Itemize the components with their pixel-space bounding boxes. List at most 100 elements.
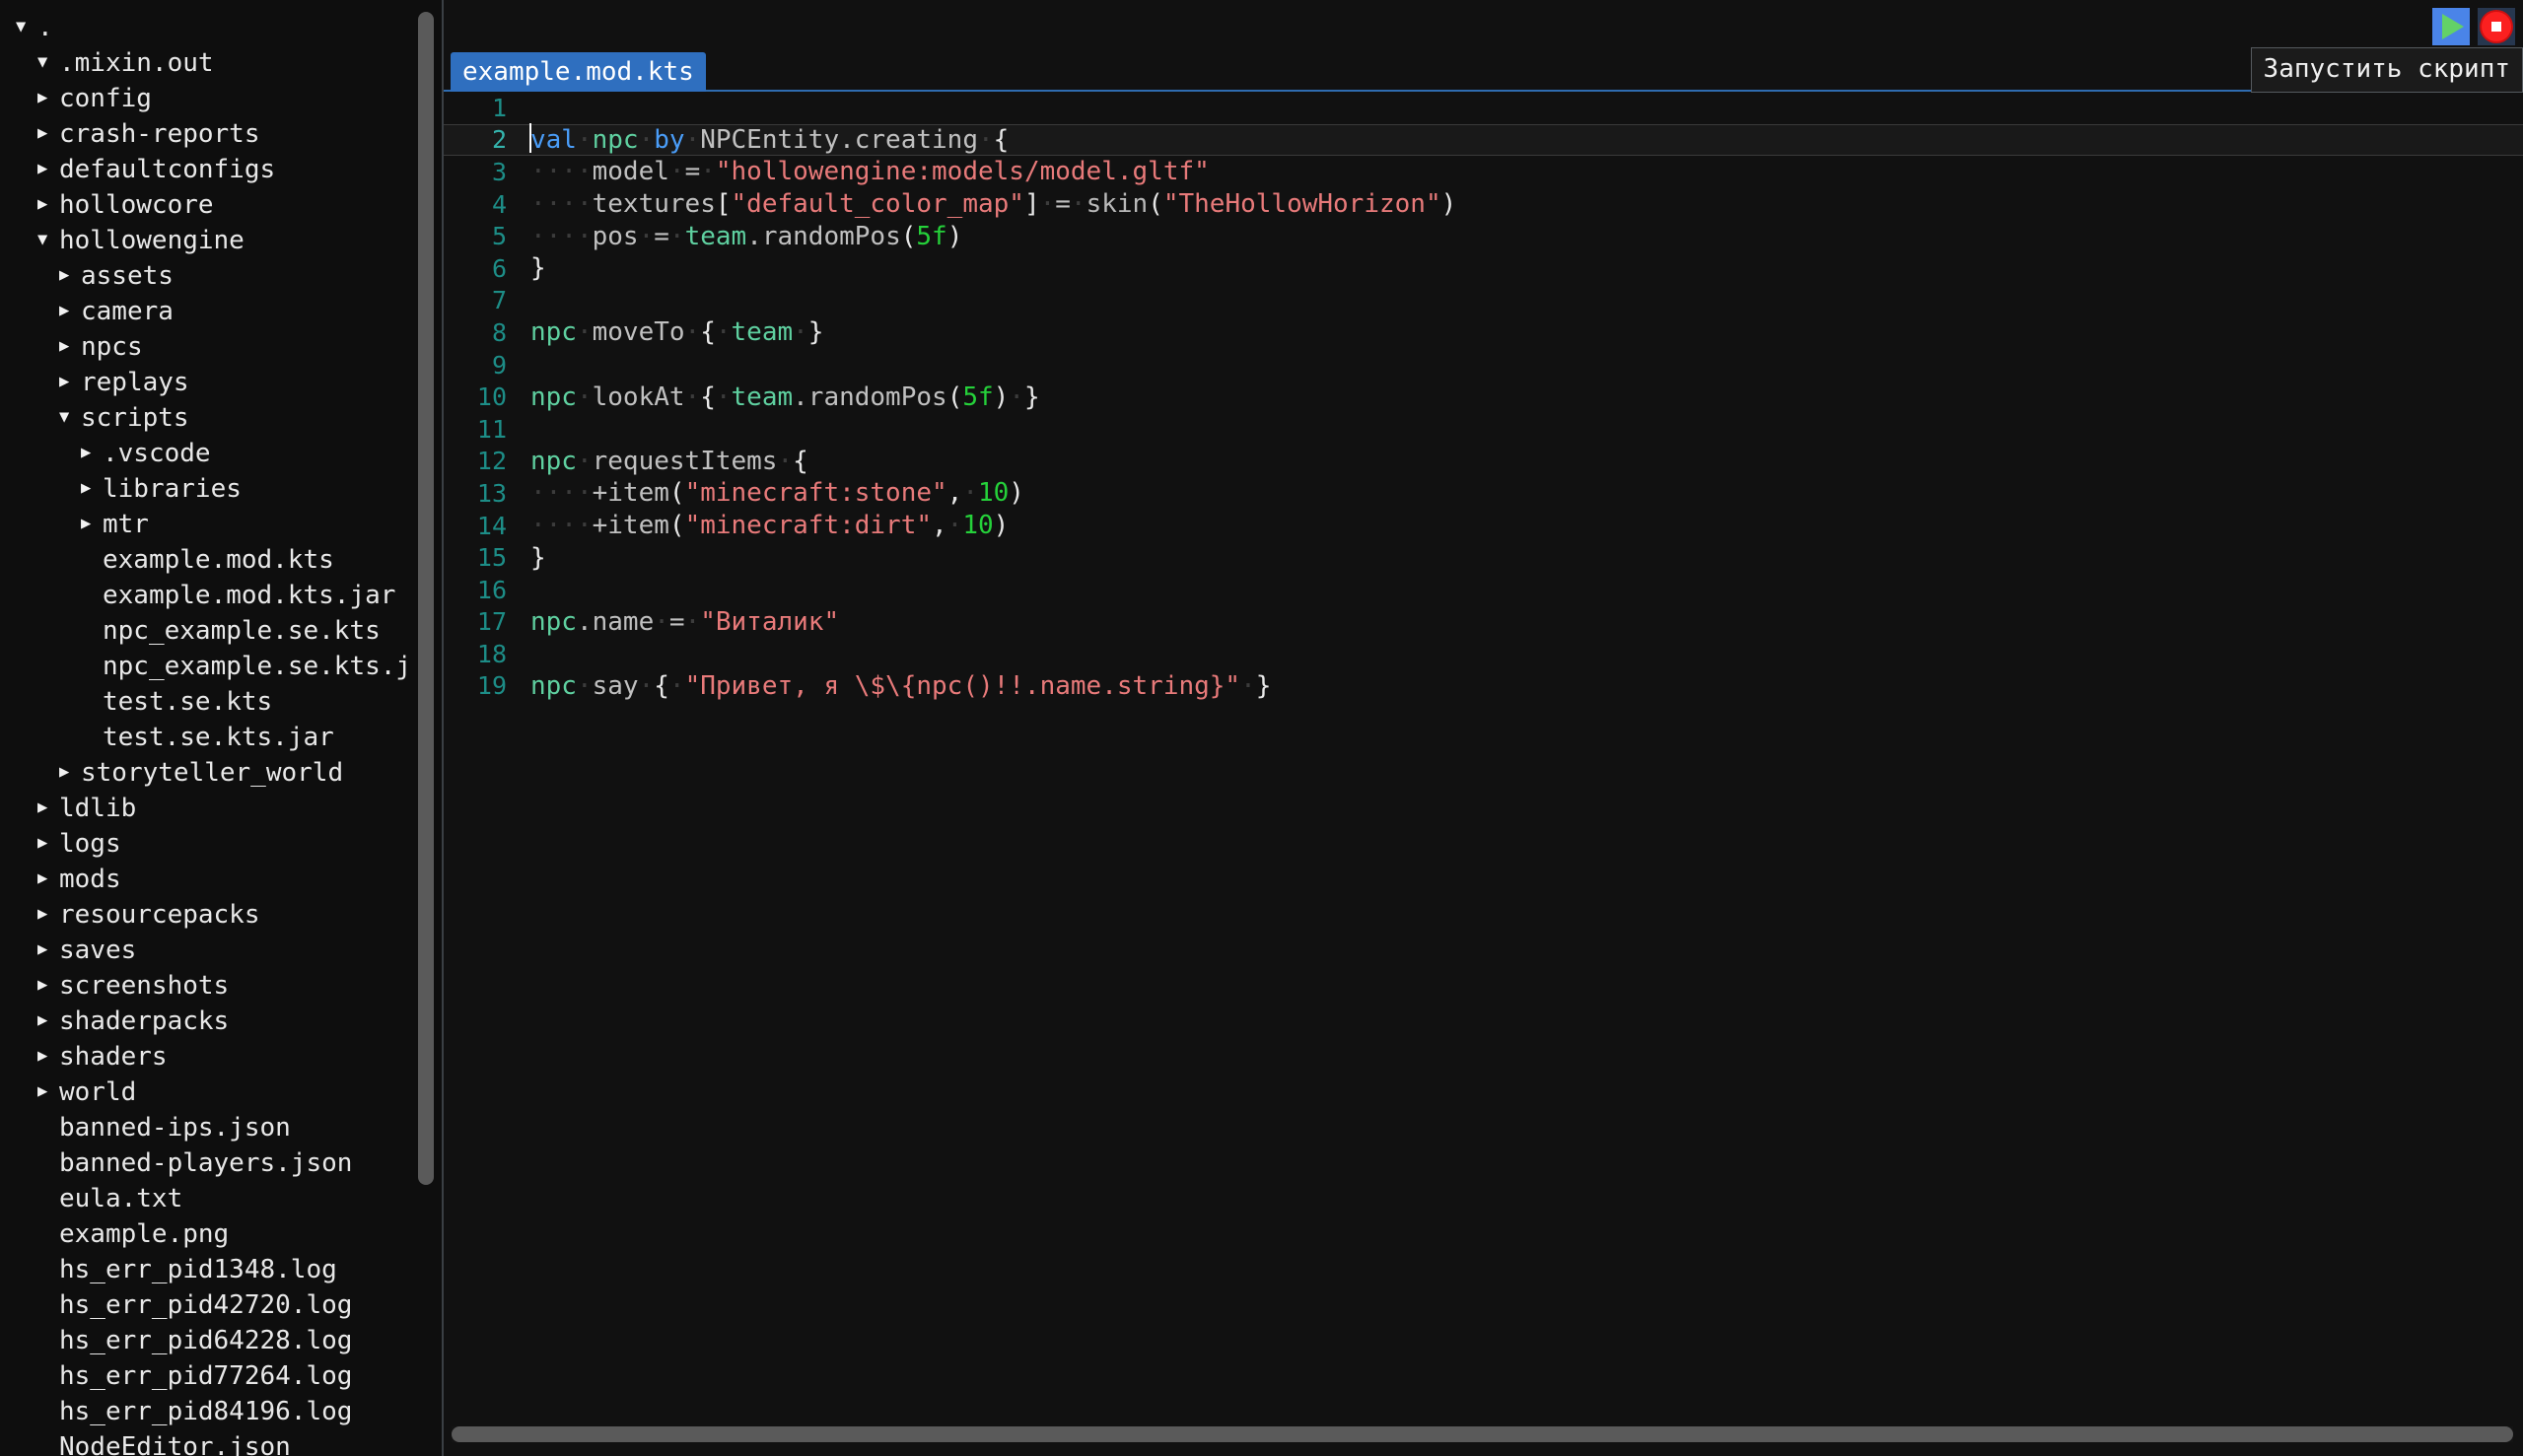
tree-file-test-se-kts-jar[interactable]: ▶test.se.kts.jar (0, 720, 434, 755)
code-line-10[interactable]: 10 npc·lookAt·{·team.randomPos(5f)·} (444, 381, 2523, 413)
chevron-right-icon[interactable]: ▶ (37, 195, 59, 213)
code-line-9[interactable]: 9 (444, 349, 2523, 381)
code-line-18[interactable]: 18 (444, 638, 2523, 670)
code-token: 10 (962, 511, 994, 541)
tree-folder-shaders[interactable]: ▶ shaders (0, 1039, 434, 1075)
chevron-right-icon[interactable]: ▶ (37, 940, 59, 958)
chevron-right-icon[interactable]: ▶ (59, 266, 81, 284)
chevron-right-icon[interactable]: ▶ (37, 798, 59, 816)
chevron-right-icon[interactable]: ▶ (37, 1082, 59, 1100)
code-line-12[interactable]: 12 npc·requestItems·{ (444, 446, 2523, 478)
chevron-right-icon[interactable]: ▶ (37, 976, 59, 994)
chevron-down-icon[interactable]: ▼ (59, 408, 81, 426)
tree-file-banned-ips-json[interactable]: ▶banned-ips.json (0, 1110, 434, 1145)
tree-folder-saves[interactable]: ▶ saves (0, 933, 434, 968)
sidebar-scrollbar-track[interactable] (418, 0, 438, 1456)
tree-file-hs-err-pid1348-log[interactable]: ▶hs_err_pid1348.log (0, 1252, 434, 1287)
tree-folder-libraries[interactable]: ▶ libraries (0, 471, 434, 507)
code-line-7[interactable]: 7 (444, 285, 2523, 317)
tree-folder-shaderpacks[interactable]: ▶ shaderpacks (0, 1004, 434, 1039)
tree-file-example-png[interactable]: ▶example.png (0, 1216, 434, 1252)
code-line-4[interactable]: 4 ····textures["default_color_map"]·=·ski… (444, 188, 2523, 221)
tree-folder-mtr[interactable]: ▶ mtr (0, 507, 434, 542)
chevron-right-icon[interactable]: ▶ (81, 479, 103, 497)
editor-horizontal-scrollbar-track[interactable] (452, 1426, 2513, 1442)
tree-folder-replays[interactable]: ▶ replays (0, 365, 434, 400)
chevron-right-icon[interactable]: ▶ (59, 302, 81, 319)
tree-folder-storyteller-world[interactable]: ▶ storyteller_world (0, 755, 434, 791)
tree-folder-crash-reports[interactable]: ▶ crash-reports (0, 116, 434, 152)
tree-folder-assets[interactable]: ▶ assets (0, 258, 434, 294)
editor-horizontal-scrollbar-thumb[interactable] (452, 1426, 2513, 1442)
tree-folder-world[interactable]: ▶ world (0, 1075, 434, 1110)
tree-file-example-mod-kts[interactable]: ▶example.mod.kts (0, 542, 434, 578)
chevron-right-icon[interactable]: ▶ (81, 515, 103, 532)
code-line-5[interactable]: 5 ····pos·=·team.randomPos(5f) (444, 220, 2523, 252)
tree-item-label: scripts (81, 403, 189, 433)
tree-folder--mixin-out[interactable]: ▼ .mixin.out (0, 45, 434, 81)
tree-file-hs-err-pid77264-log[interactable]: ▶hs_err_pid77264.log (0, 1358, 434, 1394)
tree-folder-ldlib[interactable]: ▶ ldlib (0, 791, 434, 826)
tree-folder--vscode[interactable]: ▶ .vscode (0, 436, 434, 471)
chevron-right-icon[interactable]: ▶ (37, 1011, 59, 1029)
code-line-11[interactable]: 11 (444, 413, 2523, 446)
code-line-14[interactable]: 14 ····+item("minecraft:dirt",·10) (444, 510, 2523, 542)
tree-file-test-se-kts[interactable]: ▶test.se.kts (0, 684, 434, 720)
code-line-3[interactable]: 3 ····model·=·"hollowengine:models/model.… (444, 156, 2523, 188)
tree-file-npc-example-se-kts[interactable]: ▶npc_example.se.kts (0, 613, 434, 649)
stop-script-button[interactable] (2478, 8, 2515, 45)
sidebar-scrollbar-thumb[interactable] (418, 12, 434, 1185)
tree-file-nodeeditor-json[interactable]: ▶NodeEditor.json (0, 1429, 434, 1456)
tree-folder-screenshots[interactable]: ▶ screenshots (0, 968, 434, 1004)
tree-folder-camera[interactable]: ▶ camera (0, 294, 434, 329)
tree-folder-npcs[interactable]: ▶ npcs (0, 329, 434, 365)
chevron-right-icon[interactable]: ▶ (37, 834, 59, 852)
tree-folder-hollowcore[interactable]: ▶ hollowcore (0, 187, 434, 223)
chevron-down-icon[interactable]: ▼ (16, 18, 37, 35)
tree-folder-hollowengine[interactable]: ▼ hollowengine (0, 223, 434, 258)
tree-file-hs-err-pid84196-log[interactable]: ▶hs_err_pid84196.log (0, 1394, 434, 1429)
tree-folder-defaultconfigs[interactable]: ▶ defaultconfigs (0, 152, 434, 187)
tree-folder-logs[interactable]: ▶ logs (0, 826, 434, 862)
tab-example-mod-kts[interactable]: example.mod.kts (451, 52, 706, 92)
tree-file-hs-err-pid42720-log[interactable]: ▶hs_err_pid42720.log (0, 1287, 434, 1323)
code-line-19[interactable]: 19 npc·say·{·"Привет, я \$\{npc()!!.name.… (444, 670, 2523, 703)
tree-folder-resourcepacks[interactable]: ▶ resourcepacks (0, 897, 434, 933)
chevron-right-icon[interactable]: ▶ (37, 869, 59, 887)
code-line-13[interactable]: 13 ····+item("minecraft:stone",·10) (444, 477, 2523, 510)
chevron-down-icon[interactable]: ▼ (37, 231, 59, 248)
tree-file-example-mod-kts-jar[interactable]: ▶example.mod.kts.jar (0, 578, 434, 613)
chevron-right-icon[interactable]: ▶ (59, 373, 81, 390)
chevron-right-icon[interactable]: ▶ (59, 763, 81, 781)
code-line-15[interactable]: 15} (444, 541, 2523, 574)
tree-folder-mods[interactable]: ▶ mods (0, 862, 434, 897)
tree-folder-config[interactable]: ▶ config (0, 81, 434, 116)
code-token: skin (1086, 189, 1149, 220)
tree-file-eula-txt[interactable]: ▶eula.txt (0, 1181, 434, 1216)
chevron-right-icon[interactable]: ▶ (81, 444, 103, 461)
tree-file-hs-err-pid64228-log[interactable]: ▶hs_err_pid64228.log (0, 1323, 434, 1358)
code-line-2[interactable]: 2 val·npc·by·NPCEntity.creating·{ (444, 122, 2523, 157)
tree-file-npc-example-se-kts-j[interactable]: ▶npc_example.se.kts.j (0, 649, 434, 684)
code-line-8[interactable]: 8 npc·moveTo·{·team·} (444, 316, 2523, 349)
chevron-right-icon[interactable]: ▶ (37, 1047, 59, 1065)
chevron-right-icon[interactable]: ▶ (37, 160, 59, 177)
tree-item-label: banned-ips.json (59, 1113, 291, 1143)
code-line-6[interactable]: 6} (444, 252, 2523, 285)
code-line-17[interactable]: 17 npc.name·=·"Виталик" (444, 606, 2523, 639)
code-token: NPCEntity.creating (700, 124, 978, 155)
code-line-16[interactable]: 16 (444, 574, 2523, 606)
chevron-right-icon[interactable]: ▶ (59, 337, 81, 355)
code-token: { (993, 124, 1010, 155)
chevron-right-icon[interactable]: ▶ (37, 905, 59, 923)
tree-folder--[interactable]: ▼. (0, 10, 434, 45)
tree-file-banned-players-json[interactable]: ▶banned-players.json (0, 1145, 434, 1181)
chevron-down-icon[interactable]: ▼ (37, 53, 59, 71)
tree-folder-scripts[interactable]: ▼ scripts (0, 400, 434, 436)
chevron-right-icon[interactable]: ▶ (37, 124, 59, 142)
code-editor[interactable]: 1 2 val·npc·by·NPCEntity.creating·{3 ····mo… (444, 92, 2523, 1456)
code-line-1[interactable]: 1 (444, 92, 2523, 124)
code-token: · (684, 606, 701, 637)
run-script-button[interactable] (2432, 8, 2470, 45)
chevron-right-icon[interactable]: ▶ (37, 89, 59, 106)
